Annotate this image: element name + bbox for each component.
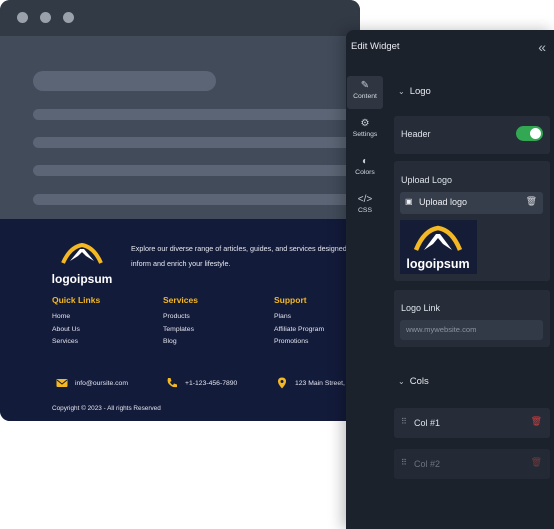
footer-link-templates[interactable]: Templates (163, 324, 198, 337)
logo-link-input[interactable]: www.mywebsite.com (400, 320, 543, 340)
footer-copyright: Copyright © 2023 - All rights Reserved (52, 405, 161, 412)
header-label: Header (401, 129, 431, 139)
gear-icon: ⚙ (360, 118, 370, 129)
tab-label: CSS (358, 207, 372, 214)
window-dot[interactable] (63, 12, 74, 23)
tab-label: Content (353, 93, 377, 100)
col-item-1[interactable]: ⠿ Col #1 🗑 (394, 408, 550, 438)
footer-email-text[interactable]: info@oursite.com (75, 380, 128, 387)
tab-label: Colors (355, 169, 375, 176)
skeleton-line (33, 165, 360, 176)
header-toggle[interactable] (516, 126, 543, 141)
skeleton-line (33, 109, 360, 120)
footer-column-services: Services Products Templates Blog (163, 295, 198, 349)
edit-widget-panel: Edit Widget « ✎ Content ⚙ Settings ◐ Col… (346, 30, 554, 529)
footer-column-support: Support Plans Affiliate Program Promotio… (274, 295, 324, 349)
panel-title: Edit Widget (351, 41, 400, 52)
drag-handle-icon[interactable]: ⠿ (401, 458, 407, 467)
col-item-2[interactable]: ⠿ Col #2 🗑 (394, 449, 550, 479)
footer-column-title: Support (274, 295, 307, 305)
footer-link-promotions[interactable]: Promotions (274, 336, 324, 349)
edit-icon: ✎ (360, 80, 370, 91)
uploaded-logo-thumbnail: logoipsum (400, 220, 477, 274)
uploaded-logo-text: logoipsum (406, 257, 469, 271)
footer-logo-text: logoipsum (52, 272, 113, 286)
tab-colors[interactable]: ◐ Colors (347, 152, 383, 185)
footer-link-blog[interactable]: Blog (163, 336, 198, 349)
chevron-down-icon: ⌄ (398, 377, 405, 386)
footer-email: info@oursite.com (56, 377, 128, 389)
palette-icon: ◐ (361, 156, 369, 167)
browser-preview-window: logoipsum Explore our diverse range of a… (0, 0, 360, 421)
tab-settings[interactable]: ⚙ Settings (347, 114, 383, 147)
skeleton-line (33, 194, 360, 205)
footer-link-plans[interactable]: Plans (274, 311, 324, 324)
hero-placeholder (0, 36, 360, 219)
upload-logo-label: Upload Logo (401, 175, 453, 185)
logo-section-title: Logo (409, 86, 431, 97)
window-dot[interactable] (17, 12, 28, 23)
logo-link-label: Logo Link (401, 303, 441, 313)
footer-tagline: Explore our diverse range of articles, g… (131, 244, 355, 268)
footer-link-home[interactable]: Home (52, 311, 100, 324)
footer-address: 123 Main Street, (276, 377, 345, 389)
code-icon: </> (357, 194, 373, 205)
mail-icon (56, 379, 68, 387)
footer-link-products[interactable]: Products (163, 311, 198, 324)
header-toggle-row: Header (394, 116, 550, 154)
col-item-label: Col #2 (414, 459, 441, 469)
cols-section-title: Cols (409, 376, 429, 387)
footer-link-about[interactable]: About Us (52, 324, 100, 337)
logo-section-header[interactable]: ⌄ Logo (398, 86, 431, 97)
footer-column-title: Quick Links (52, 295, 101, 305)
skeleton-title (33, 71, 216, 91)
collapse-panel-icon[interactable]: « (538, 39, 546, 55)
footer-column-quick-links: Quick Links Home About Us Services (52, 295, 100, 349)
location-pin-icon (278, 377, 286, 389)
footer-link-affiliate[interactable]: Affiliate Program (274, 324, 324, 337)
footer-phone-text[interactable]: +1-123-456-7890 (185, 380, 237, 387)
tab-content[interactable]: ✎ Content (347, 76, 383, 109)
cols-section-header[interactable]: ⌄ Cols (398, 376, 429, 387)
trash-icon[interactable]: 🗑 (531, 457, 542, 468)
trash-icon[interactable]: 🗑 (526, 196, 537, 207)
footer-address-text: 123 Main Street, (295, 379, 345, 387)
tab-css[interactable]: </> CSS (347, 190, 383, 223)
trash-icon[interactable]: 🗑 (531, 416, 542, 427)
phone-icon (167, 378, 177, 388)
site-footer: logoipsum Explore our diverse range of a… (0, 219, 360, 421)
footer-column-title: Services (163, 295, 198, 305)
footer-link-services[interactable]: Services (52, 336, 100, 349)
upload-logo-button[interactable]: ▣ Upload logo 🗑 (400, 192, 543, 214)
tab-label: Settings (352, 131, 378, 138)
col-item-label: Col #1 (414, 418, 441, 428)
footer-logo: logoipsum (52, 242, 113, 286)
browser-titlebar (0, 0, 360, 36)
footer-phone: +1-123-456-7890 (166, 377, 237, 389)
upload-logo-button-label: Upload logo (419, 197, 468, 207)
skeleton-line (33, 137, 360, 148)
uploaded-logo-image: logoipsum (406, 225, 470, 271)
window-dot[interactable] (40, 12, 51, 23)
image-icon: ▣ (405, 197, 413, 206)
drag-handle-icon[interactable]: ⠿ (401, 417, 407, 426)
chevron-down-icon: ⌄ (398, 87, 405, 96)
